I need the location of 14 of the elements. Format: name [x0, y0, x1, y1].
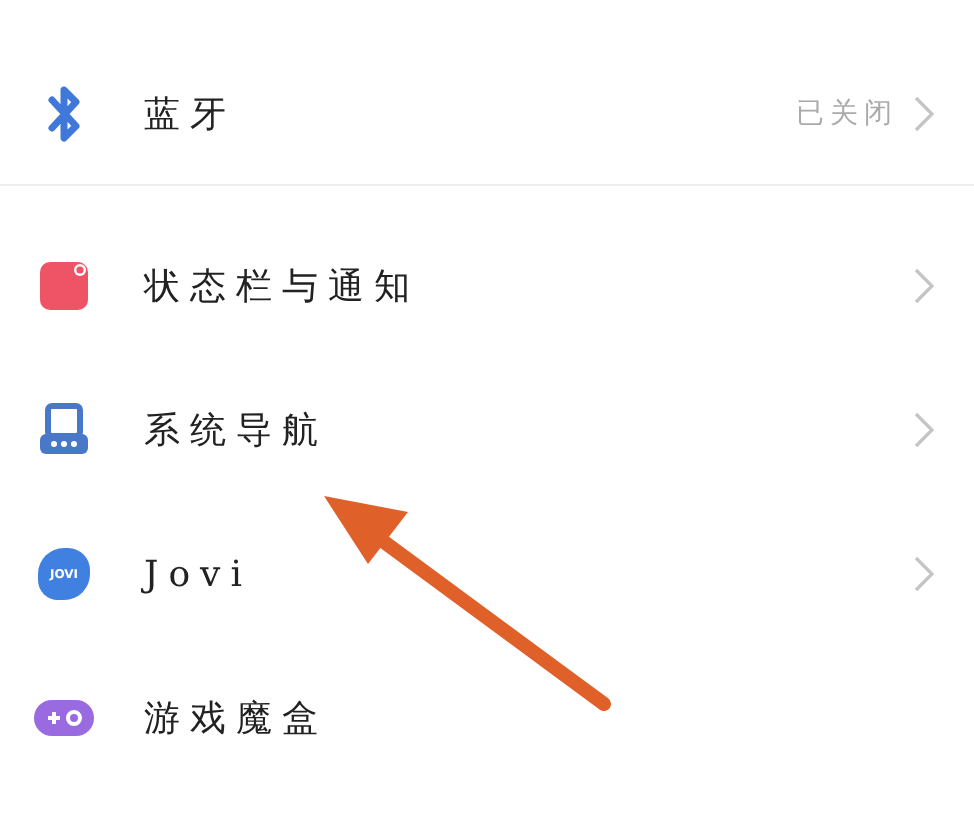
setting-label: 蓝牙: [144, 92, 238, 138]
settings-row[interactable]: 状态栏与通知: [0, 214, 974, 358]
settings-row[interactable]: 蓝牙 已关闭: [0, 44, 974, 184]
notification-icon: [38, 260, 90, 312]
gamepad-icon: [32, 698, 96, 738]
navigation-bar-icon: [36, 402, 92, 458]
settings-row[interactable]: 系统导航: [0, 358, 974, 502]
setting-value: 已关闭: [796, 96, 898, 132]
settings-row[interactable]: 游戏魔盒: [0, 646, 974, 790]
setting-label: 系统导航: [144, 408, 330, 454]
setting-label: 游戏魔盒: [144, 696, 330, 742]
setting-label: 状态栏与通知: [144, 264, 422, 310]
bluetooth-icon: [46, 84, 82, 144]
setting-label: Jovi: [144, 553, 254, 595]
